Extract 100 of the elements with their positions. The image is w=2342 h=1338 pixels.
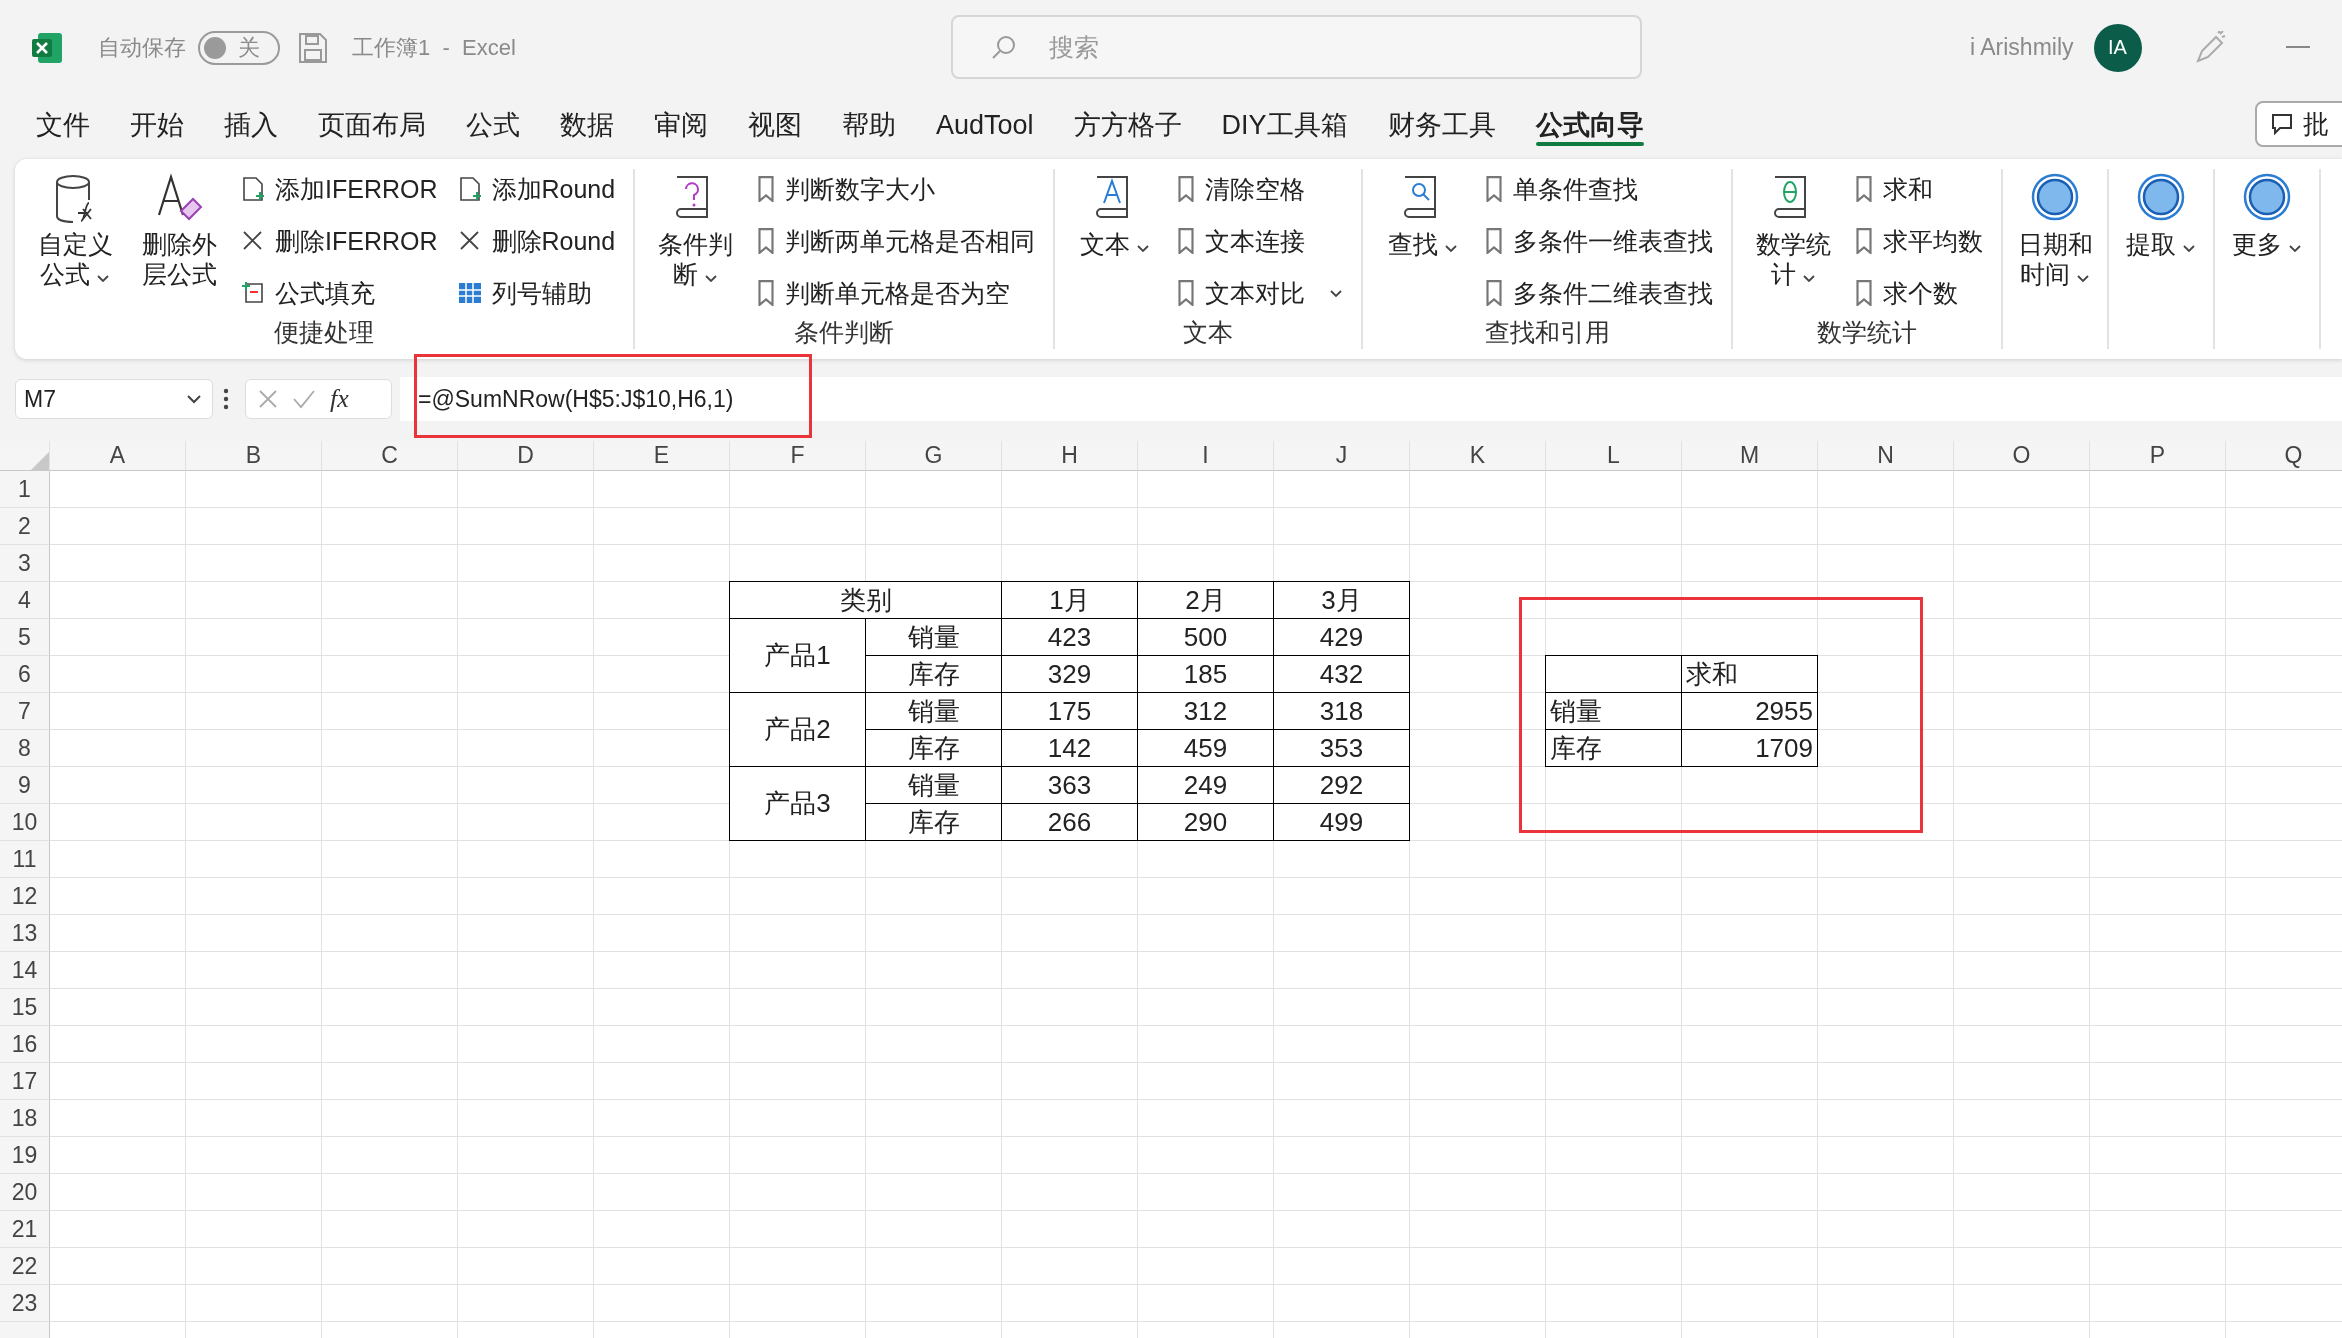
comments-button[interactable]: 批 bbox=[2255, 101, 2342, 147]
column-header[interactable]: E bbox=[594, 441, 730, 471]
ribbon-tab[interactable]: 公式 bbox=[446, 100, 540, 150]
column-header[interactable]: F bbox=[730, 441, 866, 471]
formula-field[interactable]: =@SumNRow(H$5:J$10,H6,1) bbox=[400, 377, 2342, 421]
column-header[interactable]: M bbox=[1682, 441, 1818, 471]
row-header[interactable]: 14 bbox=[0, 952, 50, 989]
ribbon-button[interactable]: 判断两单元格是否相同 bbox=[757, 225, 1036, 257]
ribbon-button[interactable]: 条件判断 bbox=[653, 169, 738, 289]
name-box[interactable]: M7 bbox=[15, 379, 213, 419]
row-header[interactable]: 20 bbox=[0, 1174, 50, 1211]
row-header[interactable]: 6 bbox=[0, 656, 50, 693]
ribbon-tab[interactable]: 插入 bbox=[204, 100, 298, 150]
column-header[interactable]: J bbox=[1274, 441, 1410, 471]
row-header[interactable]: 1 bbox=[0, 471, 50, 508]
ribbon-tab[interactable]: 页面布局 bbox=[298, 100, 446, 150]
row-header[interactable]: 23 bbox=[0, 1285, 50, 1322]
ribbon-button[interactable]: 自定义公式 bbox=[33, 169, 117, 289]
ribbon-button[interactable]: 删除IFERROR bbox=[241, 225, 438, 257]
ribbon-button[interactable]: 日期和时间 bbox=[2015, 169, 2096, 289]
row-header[interactable]: 16 bbox=[0, 1026, 50, 1063]
table-cell: 销量 bbox=[1545, 693, 1682, 730]
ribbon-tab[interactable]: 审阅 bbox=[634, 100, 728, 150]
table-cell: 库存 bbox=[866, 804, 1002, 841]
row-header[interactable]: 12 bbox=[0, 878, 50, 915]
user-name: i Arishmily bbox=[1970, 34, 2074, 61]
ribbon-button[interactable]: 多条件二维表查找 bbox=[1485, 277, 1714, 309]
ribbon-button[interactable]: 判断数字大小 bbox=[757, 173, 1036, 205]
ribbon-button[interactable]: 多条件一维表查找 bbox=[1485, 225, 1714, 257]
table-cell: 3月 bbox=[1274, 581, 1410, 619]
row-header[interactable]: 21 bbox=[0, 1211, 50, 1248]
row-header[interactable]: 7 bbox=[0, 693, 50, 730]
row-header[interactable]: 10 bbox=[0, 804, 50, 841]
ribbon-button[interactable]: 添加IFERROR bbox=[241, 173, 438, 205]
table-cell: 329 bbox=[1002, 656, 1138, 693]
row-header[interactable]: 11 bbox=[0, 841, 50, 878]
column-header[interactable]: L bbox=[1546, 441, 1682, 471]
ribbon-button[interactable]: 求个数 bbox=[1855, 277, 1984, 309]
column-header[interactable]: N bbox=[1818, 441, 1954, 471]
search-field[interactable]: 搜索 bbox=[951, 15, 1642, 79]
row-header[interactable]: 5 bbox=[0, 619, 50, 656]
ribbon-tab[interactable]: DIY工具箱 bbox=[1201, 100, 1368, 150]
column-header[interactable]: I bbox=[1138, 441, 1274, 471]
ribbon-button[interactable]: 查找 bbox=[1381, 169, 1466, 259]
ribbon-button[interactable]: 公式填充 bbox=[241, 277, 438, 309]
ribbon-button[interactable]: 求平均数 bbox=[1855, 225, 1984, 257]
column-header[interactable]: Q bbox=[2226, 441, 2342, 471]
ribbon-button[interactable]: 添加Round bbox=[457, 173, 616, 205]
row-header[interactable]: 19 bbox=[0, 1137, 50, 1174]
ribbon-tab[interactable]: 文件 bbox=[16, 100, 110, 150]
ribbon-button[interactable]: 文本对比 bbox=[1177, 277, 1344, 309]
table-cell: 292 bbox=[1274, 767, 1410, 804]
ribbon-tab[interactable]: 财务工具 bbox=[1367, 100, 1516, 150]
user-avatar[interactable]: IA bbox=[2093, 23, 2142, 72]
save-icon bbox=[298, 31, 328, 64]
column-header[interactable]: B bbox=[186, 441, 322, 471]
column-header[interactable]: O bbox=[1954, 441, 2090, 471]
ribbon-button[interactable]: 文本 bbox=[1073, 169, 1158, 259]
ribbon-button[interactable]: 求和 bbox=[1855, 173, 1984, 205]
ribbon-tab[interactable]: 公式向导 bbox=[1515, 100, 1664, 150]
ribbon-button[interactable]: 删除外层公式 bbox=[137, 169, 221, 289]
table-cell: 312 bbox=[1138, 693, 1274, 730]
row-header[interactable]: 9 bbox=[0, 767, 50, 804]
row-header[interactable]: 4 bbox=[0, 582, 50, 619]
column-header[interactable]: H bbox=[1002, 441, 1138, 471]
column-header[interactable]: C bbox=[322, 441, 458, 471]
column-header[interactable]: A bbox=[50, 441, 186, 471]
row-header[interactable]: 2 bbox=[0, 508, 50, 545]
row-header[interactable]: 22 bbox=[0, 1248, 50, 1285]
column-header[interactable]: G bbox=[866, 441, 1002, 471]
ribbon-tab[interactable]: 开始 bbox=[110, 100, 204, 150]
table-cell: 销量 bbox=[866, 619, 1002, 656]
ribbon-button[interactable]: 判断单元格是否为空 bbox=[757, 277, 1036, 309]
ribbon-button[interactable]: 删除Round bbox=[457, 225, 616, 257]
ribbon-button[interactable]: 文本连接 bbox=[1177, 225, 1344, 257]
bookmark-icon bbox=[1485, 280, 1504, 306]
column-header[interactable]: K bbox=[1410, 441, 1546, 471]
ribbon-tab[interactable]: 方方格子 bbox=[1053, 100, 1202, 150]
row-header[interactable]: 17 bbox=[0, 1063, 50, 1100]
ribbon-tab[interactable]: AudTool bbox=[916, 100, 1054, 150]
ribbon-tab[interactable]: 数据 bbox=[540, 100, 634, 150]
table-cell: 429 bbox=[1274, 619, 1410, 656]
column-header[interactable]: P bbox=[2090, 441, 2226, 471]
bookmark-icon bbox=[1177, 228, 1196, 254]
ribbon-tab[interactable]: 视图 bbox=[728, 100, 822, 150]
ribbon-button[interactable]: 更多 bbox=[2227, 169, 2308, 259]
ribbon-button[interactable]: 清除空格 bbox=[1177, 173, 1344, 205]
ribbon-button[interactable]: 提取 bbox=[2121, 169, 2202, 259]
row-header[interactable]: 8 bbox=[0, 730, 50, 767]
row-header[interactable]: 18 bbox=[0, 1100, 50, 1137]
row-header[interactable]: 13 bbox=[0, 915, 50, 952]
row-header[interactable]: 3 bbox=[0, 545, 50, 582]
row-header[interactable]: 15 bbox=[0, 989, 50, 1026]
column-header[interactable]: D bbox=[458, 441, 594, 471]
ribbon-button[interactable]: 列号辅助 bbox=[457, 277, 616, 309]
autosave-label: 自动保存 bbox=[98, 33, 186, 62]
ribbon-button[interactable]: 单条件查找 bbox=[1485, 173, 1714, 205]
insert-function-button[interactable]: fx bbox=[330, 384, 349, 414]
ribbon-button[interactable]: 数学统计 bbox=[1751, 169, 1836, 289]
ribbon-tab[interactable]: 帮助 bbox=[822, 100, 916, 150]
